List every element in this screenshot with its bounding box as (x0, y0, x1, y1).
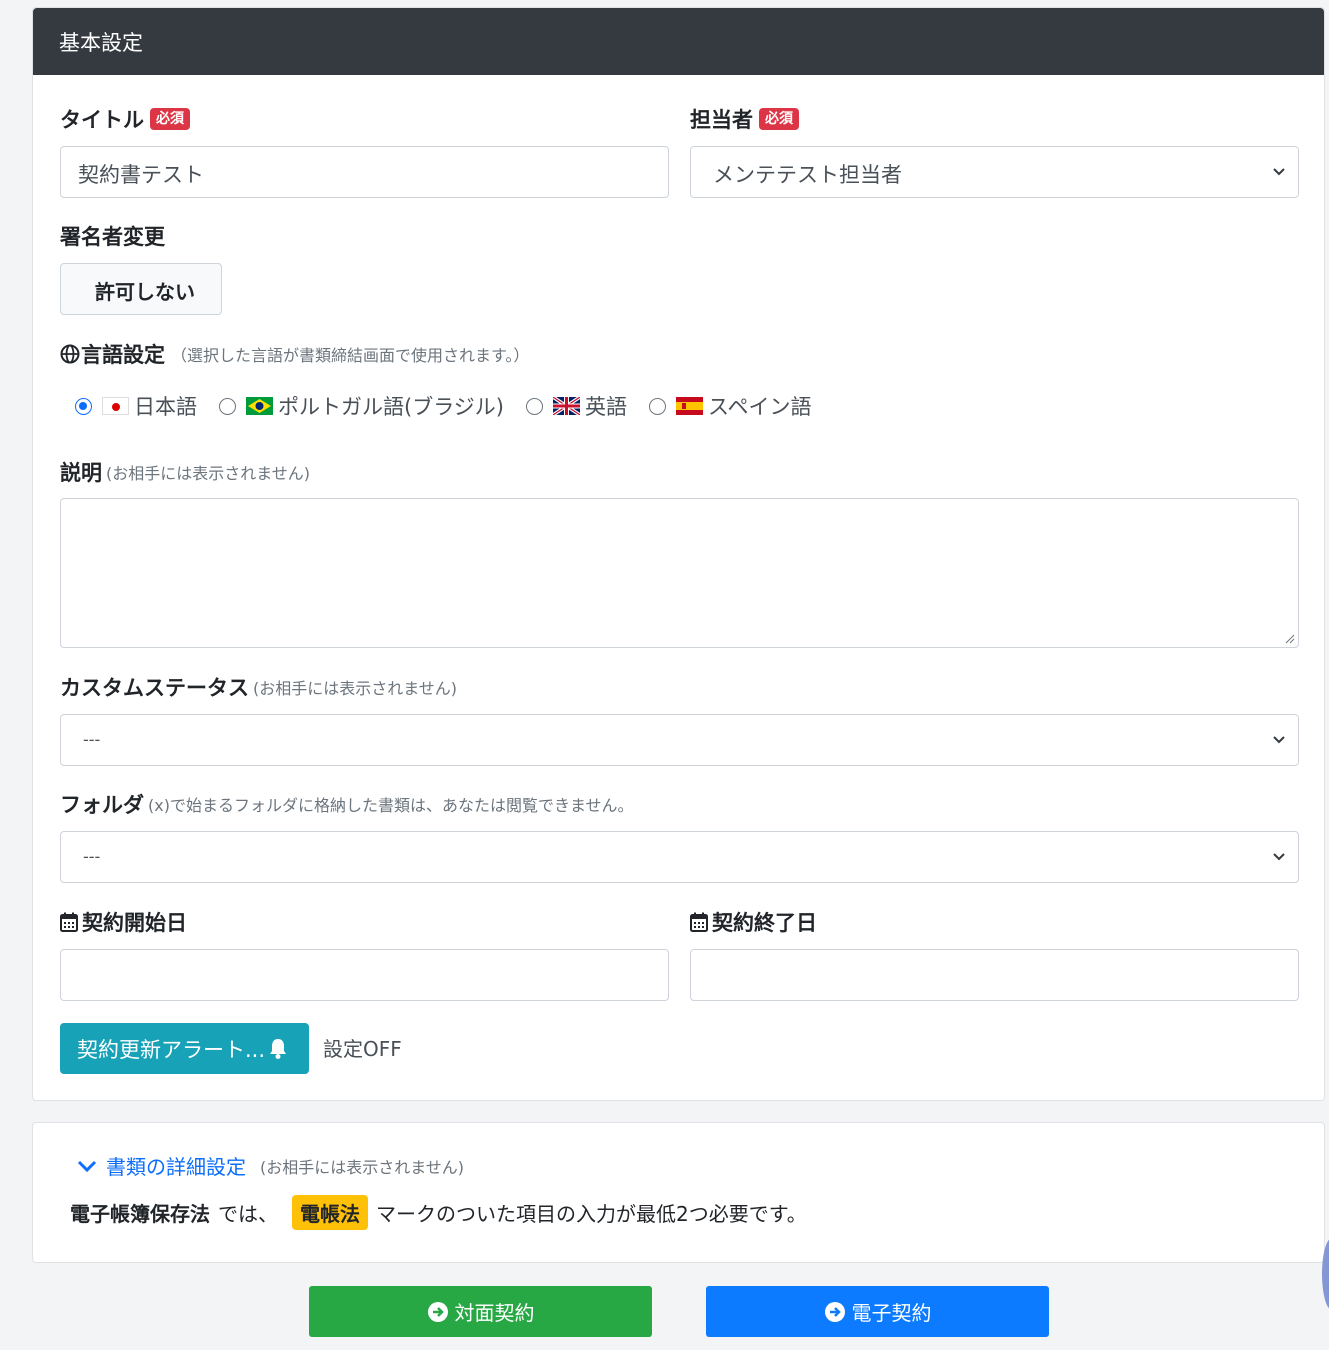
end-date-input[interactable] (690, 949, 1299, 1001)
basic-settings-card: 基本設定 タイトル 必須 契約書テスト 担当者 必須 メンテテスト担当者 署名者… (32, 7, 1325, 1101)
in-person-contract-button[interactable]: 対面契約 (309, 1286, 652, 1337)
chevron-down-icon (77, 1160, 97, 1172)
radio-es[interactable] (648, 397, 666, 415)
es-flag-icon (675, 397, 703, 415)
start-date-input[interactable] (60, 949, 669, 1001)
custom-status-value: --- (83, 730, 101, 749)
signer-change-toggle[interactable]: 許可しない (60, 263, 222, 315)
card-header: 基本設定 (33, 8, 1324, 75)
uk-flag-icon (552, 397, 580, 415)
description-label: 説明 (お相手には表示されません) (60, 461, 311, 485)
card-title: 基本設定 (59, 31, 143, 55)
language-label: 言語設定 （選択した言語が書類締結画面で使用されます。） (60, 339, 529, 369)
title-input[interactable]: 契約書テスト (60, 146, 669, 198)
folder-label: フォルダ (x)で始まるフォルダに格納した書類は、あなたは閲覧できません。 (60, 793, 634, 817)
language-radio-group: 日本語 ポルトガル語(ブラジル) 英語 スペイン語 (75, 391, 834, 421)
radio-pt-br[interactable] (219, 397, 236, 415)
signer-change-label: 署名者変更 (60, 225, 165, 249)
radio-ja[interactable] (75, 397, 92, 415)
hidden-note: (お相手には表示されません) (260, 1157, 465, 1177)
hidden-note: (お相手には表示されません) (253, 679, 458, 698)
language-option-pt-br[interactable]: ポルトガル語(ブラジル) (219, 391, 504, 421)
required-badge: 必須 (150, 108, 190, 130)
title-label: タイトル 必須 (60, 104, 190, 134)
folder-value: --- (83, 847, 101, 866)
chevron-down-icon (1273, 853, 1285, 861)
folder-select[interactable]: --- (60, 831, 1299, 883)
renewal-alert-label: 契約更新アラート... (77, 1037, 266, 1062)
start-date-label: 契約開始日 (60, 907, 187, 937)
law-notice: 電子帳簿保存法 では、 電帳法 マークのついた項目の入力が最低2つ必要です。 (70, 1195, 807, 1230)
folder-note: (x)で始まるフォルダに格納した書類は、あなたは閲覧できません。 (148, 796, 634, 815)
jp-flag-icon (102, 397, 129, 415)
custom-status-label: カスタムステータス (お相手には表示されません) (60, 676, 458, 700)
law-badge: 電帳法 (292, 1195, 368, 1230)
arrow-circle-right-icon (824, 1301, 845, 1322)
language-option-es[interactable]: スペイン語 (648, 391, 812, 421)
br-flag-icon (246, 397, 273, 415)
in-person-contract-label: 対面契約 (454, 1301, 535, 1325)
owner-select[interactable]: メンテテスト担当者 (690, 146, 1299, 198)
required-badge: 必須 (759, 108, 799, 130)
owner-select-value: メンテテスト担当者 (713, 163, 902, 187)
hidden-note: (お相手には表示されません) (106, 464, 311, 483)
electronic-contract-button[interactable]: 電子契約 (706, 1286, 1049, 1337)
owner-label: 担当者 必須 (690, 104, 799, 134)
resize-handle-icon[interactable] (1285, 634, 1295, 644)
detail-settings-label: 書類の詳細設定 (106, 1155, 246, 1179)
bell-icon (270, 1038, 287, 1059)
custom-status-select[interactable]: --- (60, 714, 1299, 766)
language-note: （選択した言語が書類締結画面で使用されます。） (171, 346, 530, 365)
globe-icon (60, 344, 80, 364)
arrow-circle-right-icon (427, 1301, 448, 1322)
law-text-1: では、 (218, 1202, 278, 1226)
description-textarea[interactable] (60, 498, 1299, 648)
chevron-down-icon (1273, 168, 1285, 176)
radio-en[interactable] (525, 397, 543, 415)
chevron-down-icon (1273, 736, 1285, 744)
language-option-en[interactable]: 英語 (525, 391, 627, 421)
law-name: 電子帳簿保存法 (70, 1202, 210, 1226)
alert-status-text: 設定OFF (323, 1037, 402, 1061)
detail-settings-card: 書類の詳細設定 (お相手には表示されません) 電子帳簿保存法 では、 電帳法 マ… (32, 1122, 1325, 1263)
renewal-alert-button[interactable]: 契約更新アラート... (60, 1023, 309, 1074)
law-text-2: マークのついた項目の入力が最低2つ必要です。 (376, 1202, 807, 1226)
language-option-ja[interactable]: 日本語 (75, 391, 197, 421)
electronic-contract-label: 電子契約 (851, 1301, 932, 1325)
calendar-icon (60, 912, 78, 932)
end-date-label: 契約終了日 (690, 907, 817, 937)
detail-settings-toggle[interactable]: 書類の詳細設定 (お相手には表示されません) (77, 1151, 464, 1180)
calendar-icon (690, 912, 708, 932)
